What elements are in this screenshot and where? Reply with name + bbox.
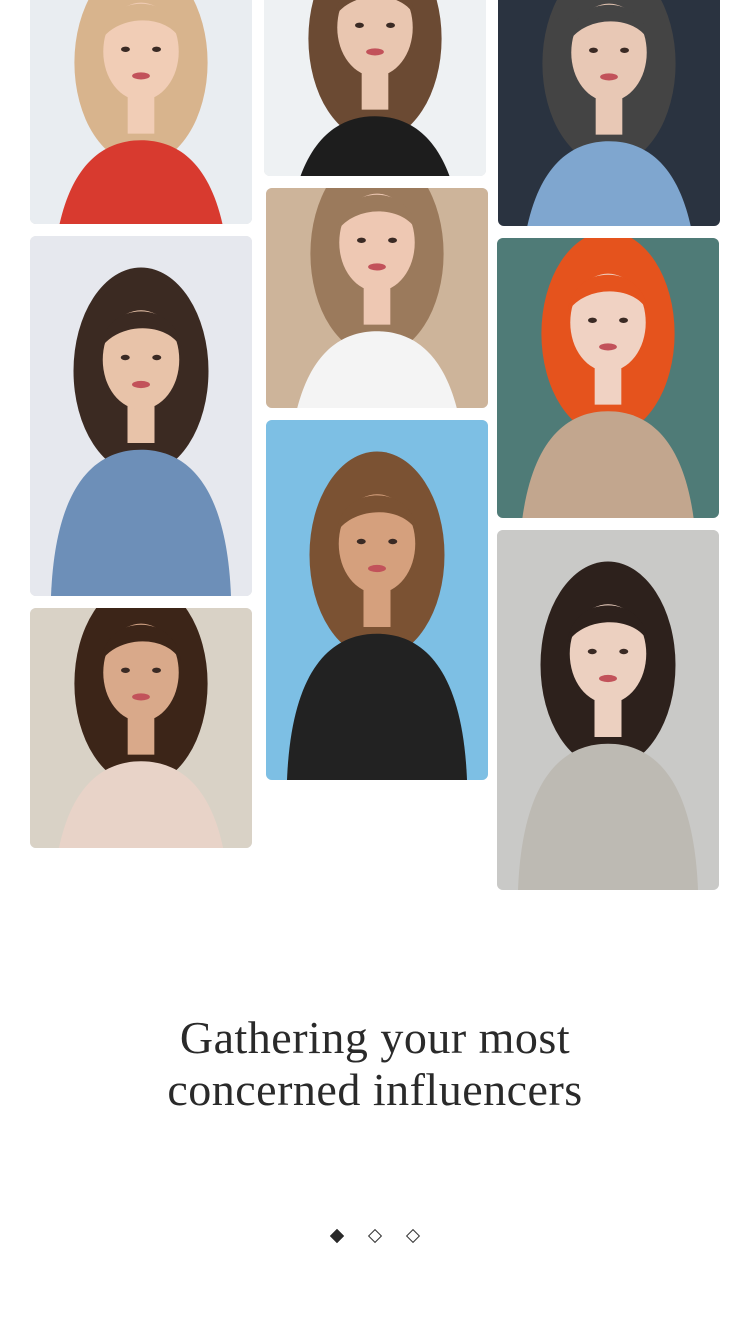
influencer-photo-woman-denim-jacket <box>498 0 720 226</box>
influencer-photo-woman-white-shirt <box>266 188 488 408</box>
portrait-image <box>498 0 720 226</box>
influencer-photo-woman-sea-black-top <box>266 420 488 780</box>
onboarding-headline: Gathering your most concerned influencer… <box>0 1012 750 1116</box>
headline-line-1: Gathering your most <box>179 1012 571 1063</box>
portrait-image <box>266 420 488 780</box>
influencer-photo-woman-long-wavy-hair <box>264 0 486 176</box>
influencer-photo-woman-grey-top-earrings <box>497 530 719 890</box>
influencer-photo-woman-red-hair-coat <box>497 238 719 518</box>
influencer-photo-grid <box>0 0 750 900</box>
portrait-image <box>497 238 719 518</box>
influencer-photo-woman-beach-tank-top <box>30 608 252 848</box>
portrait-image <box>30 608 252 848</box>
influencer-photo-woman-denim-jacket-patches <box>30 236 252 596</box>
headline-line-2: concerned influencers <box>167 1064 583 1115</box>
influencer-photo-woman-red-jacket-drinking-soda <box>30 0 252 224</box>
portrait-image <box>264 0 486 176</box>
portrait-image <box>497 530 719 890</box>
portrait-image <box>266 188 488 408</box>
page-indicator <box>0 1226 750 1246</box>
portrait-image <box>30 0 252 224</box>
page-dot-3[interactable] <box>405 1228 421 1244</box>
page-dot-2[interactable] <box>367 1228 383 1244</box>
portrait-image <box>30 236 252 596</box>
page-dot-1[interactable] <box>329 1228 345 1244</box>
